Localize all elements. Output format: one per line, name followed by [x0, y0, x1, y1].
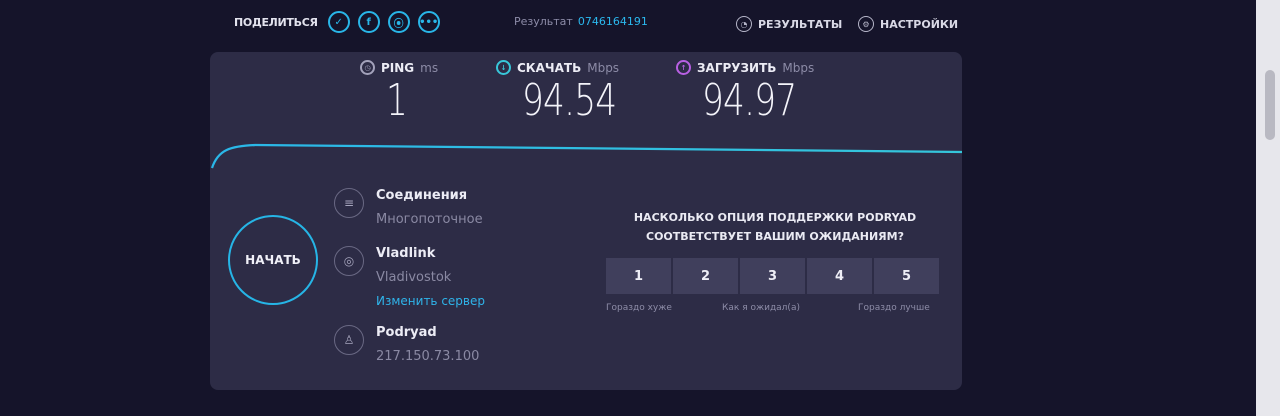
- gear-icon: ⚙: [858, 16, 874, 32]
- ping-unit: ms: [420, 60, 439, 75]
- facebook-icon[interactable]: f: [357, 11, 380, 33]
- upload-value: 94.97: [702, 75, 797, 126]
- ping-icon: ◷: [360, 60, 375, 75]
- result-id: Результат 0746164191: [514, 15, 648, 28]
- survey-question-line2: СООТВЕТСТВУЕТ ВАШИМ ОЖИДАНИЯМ?: [646, 230, 904, 243]
- download-metric: ↓ СКАЧАТЬ Mbps 94.54: [496, 60, 643, 126]
- provider-name: Podryad: [376, 325, 437, 340]
- rating-option-3[interactable]: 3: [740, 258, 805, 294]
- ping-label: PING: [381, 60, 415, 75]
- connection-mode: Многопоточное: [376, 212, 483, 227]
- start-button[interactable]: НАЧАТЬ: [228, 215, 318, 305]
- rating-label-mid: Как я ожидал(а): [722, 303, 800, 313]
- upload-metric: ↑ ЗАГРУЗИТЬ Mbps 94.97: [676, 60, 823, 126]
- settings-link[interactable]: ⚙ НАСТРОЙКИ: [858, 16, 958, 32]
- rating-option-2[interactable]: 2: [673, 258, 738, 294]
- server-name: Vladlink: [376, 246, 436, 261]
- upload-icon: ↑: [676, 60, 691, 75]
- change-server-link[interactable]: Изменить сервер: [376, 294, 485, 308]
- twitter-icon[interactable]: ✓: [327, 11, 350, 33]
- upload-label: ЗАГРУЗИТЬ: [697, 60, 777, 75]
- server-city: Vladivostok: [376, 270, 452, 285]
- rating-scale: 1 2 3 4 5: [606, 258, 939, 294]
- results-label: РЕЗУЛЬТАТЫ: [758, 17, 843, 31]
- user-icon: ♙: [334, 325, 364, 355]
- connections-icon: ≡: [334, 188, 364, 218]
- gauge-icon: ◔: [736, 16, 752, 32]
- rating-label-low: Гораздо хуже: [606, 303, 672, 313]
- result-number[interactable]: 0746164191: [578, 15, 648, 28]
- survey-question-line1: НАСКОЛЬКО ОПЦИЯ ПОДДЕРЖКИ PODRYAD: [633, 211, 917, 224]
- upload-unit: Mbps: [782, 60, 815, 75]
- more-icon[interactable]: •••: [417, 11, 440, 33]
- download-value: 94.54: [522, 75, 617, 126]
- rating-label-high: Гораздо лучше: [858, 303, 930, 313]
- ping-value: 1: [386, 75, 408, 126]
- connection-title: Соединения: [376, 188, 468, 203]
- settings-label: НАСТРОЙКИ: [880, 17, 959, 31]
- rating-option-4[interactable]: 4: [807, 258, 872, 294]
- provider-ip: 217.150.73.100: [376, 349, 480, 364]
- download-unit: Mbps: [587, 60, 620, 75]
- rating-option-1[interactable]: 1: [606, 258, 671, 294]
- scrollbar-thumb[interactable]: [1265, 70, 1275, 140]
- speed-graph-line: [210, 143, 962, 169]
- results-link[interactable]: ◔ РЕЗУЛЬТАТЫ: [736, 16, 842, 32]
- ping-metric: ◷ PING ms 1: [360, 60, 438, 126]
- share-bar: ПОДЕЛИТЬСЯ ✓ f ⦿ •••: [234, 8, 440, 36]
- link-icon[interactable]: ⦿: [387, 11, 410, 33]
- rating-option-5[interactable]: 5: [874, 258, 939, 294]
- survey-question: НАСКОЛЬКО ОПЦИЯ ПОДДЕРЖКИ PODRYAD СООТВЕ…: [610, 208, 940, 246]
- share-label: ПОДЕЛИТЬСЯ: [234, 15, 318, 29]
- globe-icon: ◎: [334, 246, 364, 276]
- speedtest-card: ◷ PING ms 1 ↓ СКАЧАТЬ Mbps 94.54 ↑ ЗАГРУ…: [210, 52, 962, 390]
- download-label: СКАЧАТЬ: [517, 60, 582, 75]
- download-icon: ↓: [496, 60, 511, 75]
- window-edge: [1256, 0, 1280, 416]
- result-label: Результат: [514, 15, 573, 28]
